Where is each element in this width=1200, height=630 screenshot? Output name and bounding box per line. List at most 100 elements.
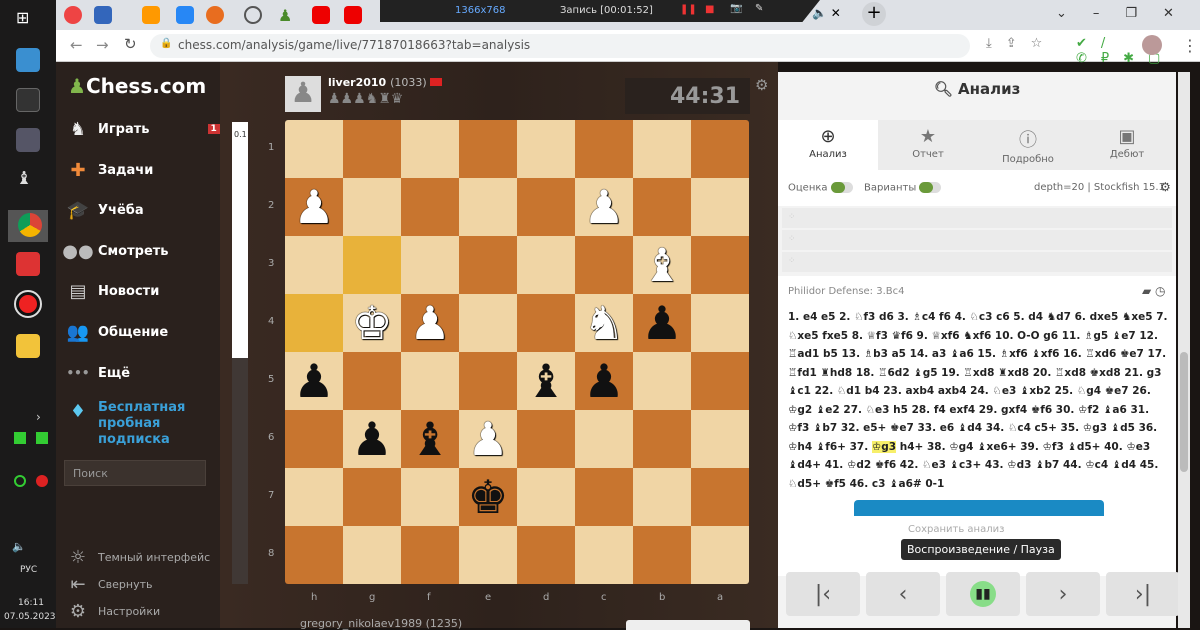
current-move[interactable]: ♔g3 (871, 440, 897, 453)
clock-time[interactable]: 16:11 (18, 598, 44, 608)
square-c4[interactable]: ♞ (575, 294, 633, 352)
extensions-icons[interactable]: ⤓⇪☆ (986, 36, 1056, 51)
clock-date[interactable]: 07.05.2023 (4, 612, 56, 622)
tab-icon[interactable] (206, 6, 224, 24)
scrollbar[interactable] (1178, 72, 1190, 628)
square-g8[interactable] (343, 526, 401, 584)
square-b4[interactable]: ♟ (633, 294, 691, 352)
square-a6[interactable] (691, 410, 749, 468)
engine-settings-icon[interactable]: ⚙ (1160, 180, 1171, 194)
square-d6[interactable] (517, 410, 575, 468)
square-e5[interactable] (459, 352, 517, 410)
next-move-button[interactable]: › (1026, 572, 1100, 616)
square-c1[interactable] (575, 120, 633, 178)
square-e1[interactable] (459, 120, 517, 178)
square-c2[interactable]: ♟ (575, 178, 633, 236)
square-e6[interactable]: ♟ (459, 410, 517, 468)
square-g5[interactable] (343, 352, 401, 410)
moves-text[interactable]: 1. e4 e5 2. ♘f3 d6 3. ♗c4 f6 4. ♘c3 c6 5… (788, 311, 1168, 453)
square-b5[interactable] (633, 352, 691, 410)
square-a4[interactable] (691, 294, 749, 352)
square-f5[interactable] (401, 352, 459, 410)
square-a8[interactable] (691, 526, 749, 584)
book-icon[interactable]: ▰ ◷ (1142, 284, 1166, 298)
pencil-icon[interactable]: ✎ (755, 3, 763, 14)
top-player-name[interactable]: liver2010 (1033) (328, 76, 443, 89)
square-g6[interactable]: ♟ (343, 410, 401, 468)
ok-tab-icon[interactable] (142, 6, 160, 24)
timer-tab-icon[interactable] (244, 6, 262, 24)
square-f2[interactable] (401, 178, 459, 236)
black-bishop-piece[interactable]: ♝ (409, 416, 450, 462)
square-e4[interactable] (459, 294, 517, 352)
white-pawn-piece[interactable]: ♟ (409, 300, 450, 346)
youtube-tab-icon[interactable] (312, 6, 330, 24)
chess-tab-icon[interactable]: ♟ (278, 6, 296, 25)
square-c3[interactable] (575, 236, 633, 294)
square-f7[interactable] (401, 468, 459, 526)
square-e2[interactable] (459, 178, 517, 236)
square-h4[interactable] (285, 294, 343, 352)
collapse-button[interactable]: ⇤ Свернуть (66, 573, 152, 595)
square-a2[interactable] (691, 178, 749, 236)
sidebar-item-social[interactable]: 👥 Общение (66, 321, 168, 343)
profile-avatar[interactable] (1142, 35, 1162, 55)
square-g1[interactable] (343, 120, 401, 178)
search-input[interactable]: Поиск (64, 460, 206, 486)
windows-start-icon[interactable]: ⊞ (16, 8, 40, 32)
square-c7[interactable] (575, 468, 633, 526)
mail-tab-icon[interactable] (94, 6, 112, 24)
tab-report[interactable]: ★ Отчет (878, 120, 978, 170)
play-pause-button[interactable]: ▮▮ (946, 572, 1020, 616)
url-input[interactable]: 🔒 chess.com/analysis/game/live/7718701866… (150, 34, 970, 58)
lines-toggle[interactable]: Варианты (864, 182, 942, 194)
eval-toggle[interactable]: Оценка (788, 182, 853, 194)
tray-icon[interactable] (14, 475, 26, 487)
square-d4[interactable] (517, 294, 575, 352)
sidebar-item-news[interactable]: ▤ Новости (66, 280, 159, 302)
pause-icon[interactable]: ❚❚ (680, 4, 697, 15)
square-d7[interactable] (517, 468, 575, 526)
black-pawn-piece[interactable]: ♟ (583, 358, 624, 404)
sidebar-item-play[interactable]: ♞ Играть 1 (66, 118, 220, 140)
square-c8[interactable] (575, 526, 633, 584)
engine-line[interactable]: ⁘ (782, 252, 1172, 272)
tab-opening[interactable]: ▣ Дебют (1078, 120, 1176, 170)
stop-icon[interactable]: ■ (705, 4, 714, 15)
camera-icon[interactable]: 📷 (730, 3, 742, 14)
white-bishop-piece[interactable]: ♝ (641, 242, 682, 288)
free-trial-link[interactable]: ♦ Бесплатная пробная подписка (66, 400, 198, 448)
square-g4[interactable]: ♚ (343, 294, 401, 352)
square-b1[interactable] (633, 120, 691, 178)
white-knight-piece[interactable]: ♞ (583, 300, 624, 346)
move-list[interactable]: 1. e4 e5 2. ♘f3 d6 3. ♗c4 f6 4. ♘c3 c6 5… (788, 308, 1168, 493)
square-h5[interactable]: ♟ (285, 352, 343, 410)
square-g7[interactable] (343, 468, 401, 526)
save-analysis-link[interactable]: Сохранить анализ (908, 524, 1004, 535)
first-move-button[interactable]: |‹ (786, 572, 860, 616)
square-g3[interactable] (343, 236, 401, 294)
tab-details[interactable]: ⓘ Подробно (978, 120, 1078, 170)
chesscom-logo[interactable]: ♟Chess.com (68, 74, 206, 98)
square-d3[interactable] (517, 236, 575, 294)
board-settings-icon[interactable]: ⚙ (755, 76, 768, 94)
square-a5[interactable] (691, 352, 749, 410)
chess-app-icon[interactable]: ♝ (16, 168, 40, 192)
white-pawn-piece[interactable]: ♟ (467, 416, 508, 462)
engine-line[interactable]: ⁘ (782, 230, 1172, 250)
square-g2[interactable] (343, 178, 401, 236)
square-e3[interactable] (459, 236, 517, 294)
square-a7[interactable] (691, 468, 749, 526)
square-d8[interactable] (517, 526, 575, 584)
white-pawn-piece[interactable]: ♟ (583, 184, 624, 230)
square-c6[interactable] (575, 410, 633, 468)
forward-icon[interactable]: → (96, 36, 109, 54)
terminal-icon[interactable] (16, 88, 40, 112)
window-controls[interactable]: ⌄–❐✕ (1056, 6, 1200, 21)
square-a1[interactable] (691, 120, 749, 178)
square-h3[interactable] (285, 236, 343, 294)
square-h6[interactable] (285, 410, 343, 468)
square-h8[interactable] (285, 526, 343, 584)
settings-link[interactable]: ⚙ Настройки (66, 600, 160, 622)
chevron-right-icon[interactable]: › (36, 410, 41, 424)
